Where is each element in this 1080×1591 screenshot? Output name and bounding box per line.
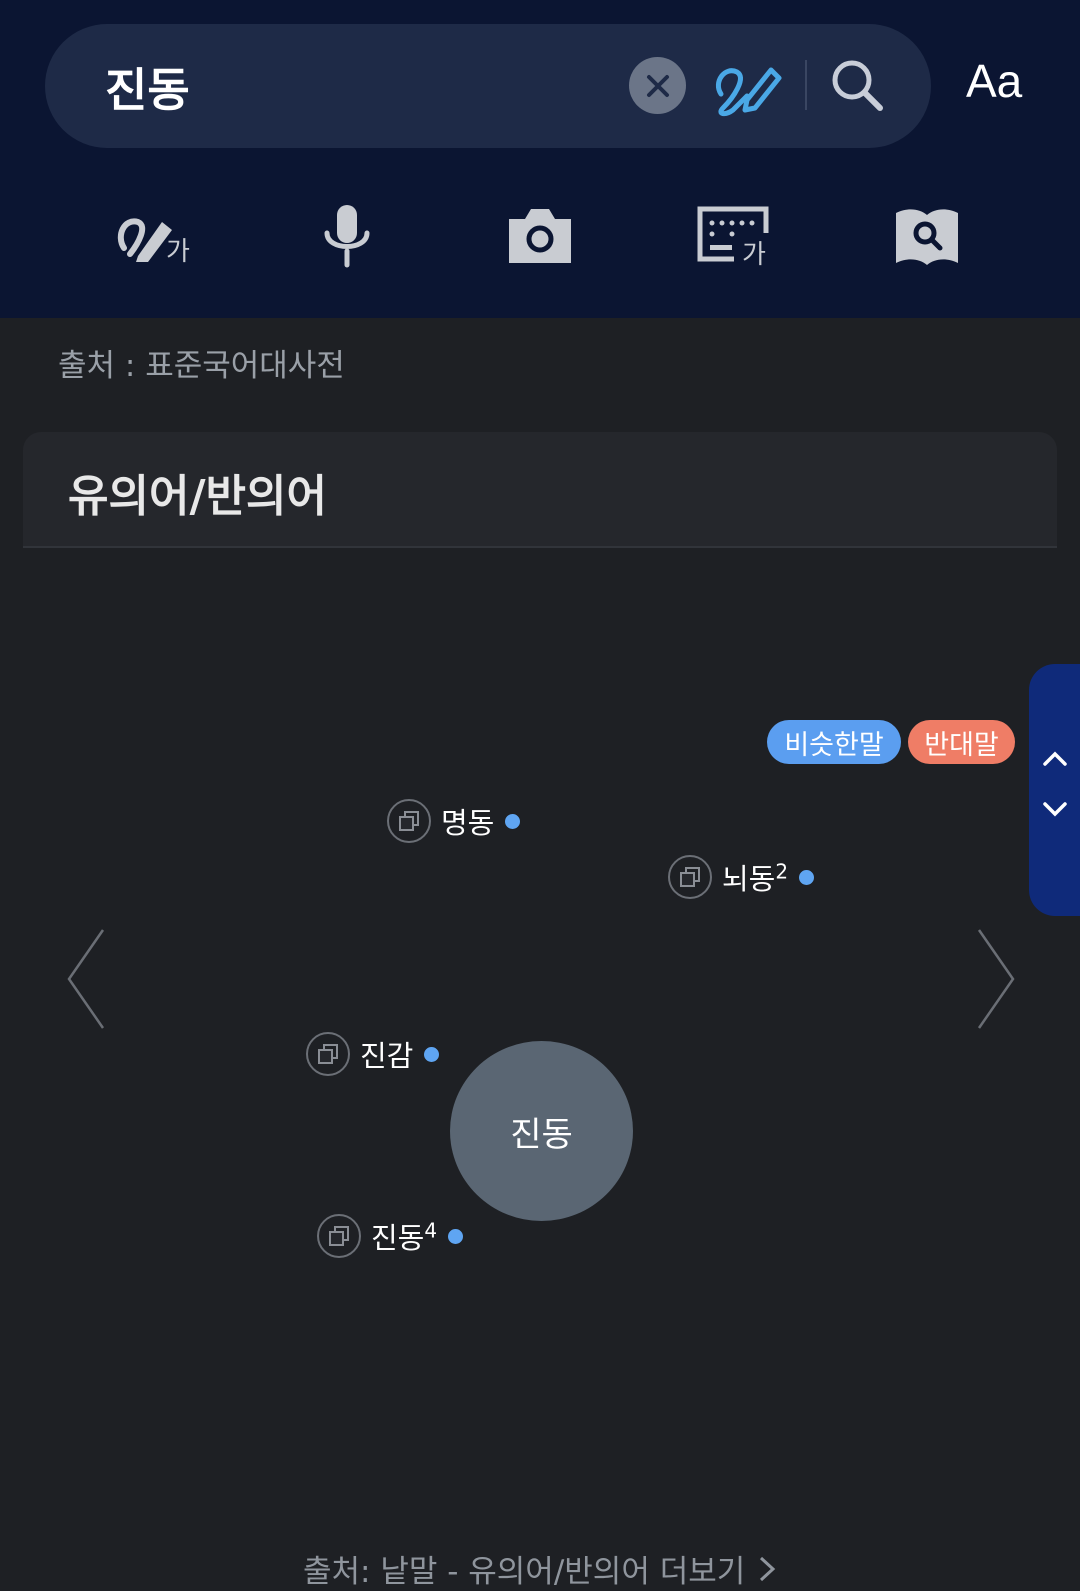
word-node[interactable]: 명동 bbox=[387, 799, 521, 843]
chevron-up-icon[interactable] bbox=[1041, 748, 1069, 768]
legend-antonym-badge: 반대말 bbox=[908, 720, 1015, 764]
center-word-node[interactable]: 진동 bbox=[450, 1041, 633, 1221]
copy-icon[interactable] bbox=[668, 855, 712, 899]
prev-arrow-icon[interactable] bbox=[65, 926, 109, 1032]
word-node[interactable]: 뇌동2 bbox=[668, 855, 815, 899]
word-node-label[interactable]: 명동 bbox=[441, 800, 494, 842]
svg-text:가: 가 bbox=[742, 240, 766, 270]
keyboard-input-button[interactable]: 가 bbox=[690, 196, 780, 276]
dictionary-source: 출처 : 표준국어대사전 bbox=[58, 348, 345, 384]
copy-icon[interactable] bbox=[387, 799, 431, 843]
word-node[interactable]: 진감 bbox=[306, 1032, 440, 1076]
keyboard-input-icon: 가 bbox=[697, 206, 769, 270]
chevron-down-icon[interactable] bbox=[1041, 800, 1069, 820]
more-link-label[interactable]: 출처: 낱말 - 유의어/반의어 더보기 bbox=[303, 1546, 745, 1591]
search-input[interactable] bbox=[103, 52, 607, 122]
handwriting-input-icon: 가 bbox=[117, 218, 190, 267]
synonym-dot bbox=[424, 1046, 440, 1062]
chevron-right-icon bbox=[760, 1556, 776, 1581]
clear-search-button[interactable] bbox=[629, 57, 686, 114]
pen-handwriting-icon bbox=[715, 67, 782, 117]
close-icon bbox=[646, 74, 669, 97]
card-title: 유의어/반의어 bbox=[68, 471, 327, 522]
handwriting-input-button[interactable]: 가 bbox=[108, 196, 198, 276]
word-node[interactable]: 진동4 bbox=[317, 1214, 464, 1258]
synonym-dot bbox=[505, 813, 521, 829]
synonym-dot bbox=[448, 1228, 464, 1244]
microphone-icon bbox=[324, 205, 370, 268]
word-node-label[interactable]: 진감 bbox=[360, 1033, 413, 1075]
search-divider bbox=[805, 60, 807, 110]
camera-icon bbox=[509, 209, 571, 263]
scroll-nav-panel bbox=[1029, 664, 1080, 916]
svg-text:가: 가 bbox=[166, 237, 190, 267]
word-node-label[interactable]: 진동4 bbox=[371, 1215, 437, 1257]
word-node-label[interactable]: 뇌동2 bbox=[722, 856, 788, 898]
font-size-button[interactable]: Aa bbox=[966, 58, 1022, 104]
copy-icon[interactable] bbox=[306, 1032, 350, 1076]
search-bar bbox=[45, 24, 931, 148]
camera-search-button[interactable] bbox=[495, 196, 585, 276]
book-search-icon bbox=[896, 209, 958, 265]
header: Aa 가 가 bbox=[0, 0, 1080, 318]
legend-synonym-badge: 비슷한말 bbox=[767, 720, 901, 764]
synonym-antonym-card: 유의어/반의어 비슷한말 반대말 진동 명동 뇌동2 진감 진동4 출처: 낱말… bbox=[23, 432, 1057, 1590]
dictionary-search-button[interactable] bbox=[882, 196, 972, 276]
word-graph: 비슷한말 반대말 진동 명동 뇌동2 진감 진동4 출처: 낱말 - 유의어/반… bbox=[23, 548, 1057, 1590]
more-synonyms-link[interactable]: 출처: 낱말 - 유의어/반의어 더보기 bbox=[303, 1546, 779, 1591]
search-icon bbox=[832, 60, 883, 111]
search-button[interactable] bbox=[828, 56, 888, 116]
handwriting-button[interactable] bbox=[713, 52, 785, 120]
copy-icon[interactable] bbox=[317, 1214, 361, 1258]
next-arrow-icon[interactable] bbox=[973, 926, 1017, 1032]
voice-input-button[interactable] bbox=[302, 196, 392, 276]
synonym-dot bbox=[799, 869, 815, 885]
